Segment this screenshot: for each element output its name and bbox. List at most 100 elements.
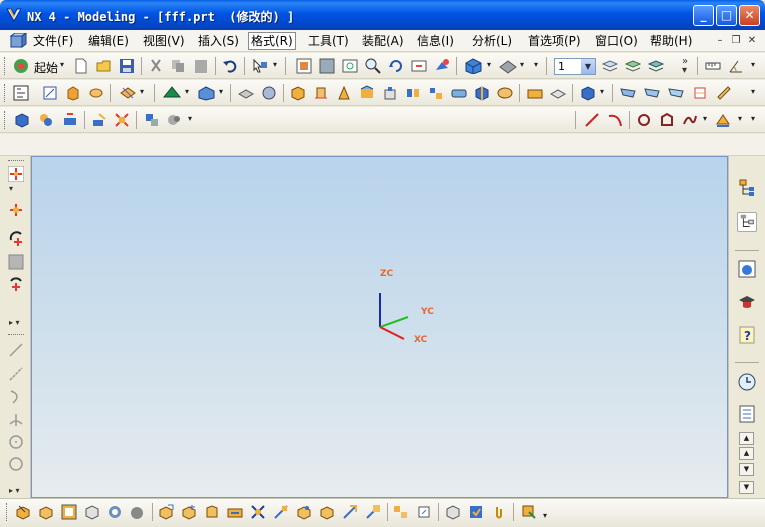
- scroll-bottom-button[interactable]: ▼: [739, 481, 754, 494]
- sketch-circle-icon[interactable]: [8, 434, 24, 450]
- help-icon[interactable]: ?: [737, 325, 757, 345]
- unsuppress-feature-icon[interactable]: [181, 504, 197, 520]
- view-orient-icon[interactable]: [434, 58, 450, 74]
- hole-icon[interactable]: [359, 85, 375, 101]
- end-point-icon[interactable]: [8, 202, 24, 218]
- revolve-icon[interactable]: [88, 85, 104, 101]
- patch-icon[interactable]: [692, 85, 708, 101]
- shell-dropdown-icon[interactable]: ▾: [600, 88, 607, 96]
- sketch-line-icon[interactable]: [8, 342, 24, 358]
- edit-surface-icon[interactable]: [319, 504, 335, 520]
- orient-dropdown-icon[interactable]: ▾: [520, 61, 527, 69]
- menu-information[interactable]: 信息(I): [415, 33, 456, 49]
- form-feature-dropdown-icon[interactable]: ▾: [185, 88, 192, 96]
- mdi-minimize-button[interactable]: –: [714, 35, 726, 47]
- render-style-icon[interactable]: [464, 58, 484, 74]
- scroll-down-button[interactable]: ▼: [739, 463, 754, 476]
- title-bar[interactable]: NX 4 - Modeling - [fff.prt (修改的) ] _ □ ✕: [0, 0, 765, 30]
- form-feature-icon[interactable]: [162, 85, 182, 101]
- arc-icon[interactable]: [607, 112, 623, 128]
- layer-settings-icon[interactable]: [602, 58, 618, 74]
- orient-view-icon[interactable]: [498, 58, 518, 74]
- zoom-in-out-icon[interactable]: [365, 58, 381, 74]
- cone-icon[interactable]: [336, 85, 352, 101]
- menu-window[interactable]: 窗口(O): [593, 33, 640, 49]
- chevron-double-down-icon[interactable]: ▸ ▾: [9, 487, 20, 495]
- scale-body-icon[interactable]: [365, 504, 381, 520]
- boolean-icon[interactable]: [238, 85, 254, 101]
- open-folder-icon[interactable]: [96, 58, 112, 74]
- sphere-icon[interactable]: [261, 85, 277, 101]
- simplify-icon[interactable]: [416, 504, 432, 520]
- midpoint-icon[interactable]: [8, 277, 24, 293]
- menu-preferences[interactable]: 首选项(P): [526, 33, 583, 49]
- menu-insert[interactable]: 插入(S): [196, 33, 241, 49]
- close-button[interactable]: ✕: [739, 5, 760, 26]
- wrap-geometry-icon[interactable]: [393, 504, 409, 520]
- line-icon[interactable]: [584, 112, 600, 128]
- maximize-button[interactable]: □: [716, 5, 737, 26]
- arc-center-icon[interactable]: [8, 230, 24, 246]
- zoom-icon[interactable]: [342, 58, 358, 74]
- point-icon[interactable]: [636, 112, 652, 128]
- fit-view-icon[interactable]: [296, 58, 312, 74]
- chamfer-icon[interactable]: [550, 85, 566, 101]
- work-layer-select[interactable]: 1 ▼: [554, 58, 596, 75]
- feature-toolbar-dropdown-icon[interactable]: ▾: [751, 88, 758, 96]
- edit-feature-icon[interactable]: [15, 504, 31, 520]
- thread-icon[interactable]: [497, 85, 513, 101]
- minimize-button[interactable]: _: [693, 5, 714, 26]
- system-materials-icon[interactable]: [737, 404, 757, 424]
- move-feature-icon[interactable]: [84, 504, 100, 520]
- mdi-restore-button[interactable]: ❐: [730, 35, 742, 47]
- toolbar-grip[interactable]: [4, 111, 7, 129]
- sew-icon[interactable]: [716, 85, 732, 101]
- extrude-icon[interactable]: [65, 85, 81, 101]
- sketch-profile-icon[interactable]: [8, 366, 24, 382]
- cut-icon[interactable]: [148, 58, 164, 74]
- menu-format[interactable]: 格式(R): [248, 32, 296, 50]
- snap-point-icon[interactable]: [8, 166, 24, 182]
- bottom-toolbar-dropdown-icon[interactable]: ▾: [543, 512, 550, 520]
- clearance-icon[interactable]: [114, 112, 130, 128]
- suppress-feature-icon[interactable]: [158, 504, 174, 520]
- menu-file[interactable]: 文件(F): [31, 33, 75, 49]
- edit-positioning-icon[interactable]: [61, 504, 77, 520]
- more-tools-icon[interactable]: » ▾: [682, 57, 688, 76]
- cylinder-icon[interactable]: [313, 85, 329, 101]
- boss-icon[interactable]: [382, 85, 398, 101]
- reorder-feature-icon[interactable]: [107, 504, 123, 520]
- split-body-icon[interactable]: [644, 85, 660, 101]
- toolbar-grip[interactable]: [4, 84, 7, 102]
- menu-tools[interactable]: 工具(T): [306, 33, 351, 49]
- trim-body-icon[interactable]: [620, 85, 636, 101]
- web-browser-icon[interactable]: [737, 259, 757, 279]
- polygon-icon[interactable]: [659, 112, 675, 128]
- chevron-down-icon[interactable]: ▼: [581, 59, 595, 74]
- feature-playback-icon[interactable]: [227, 504, 243, 520]
- update-icon[interactable]: [468, 504, 484, 520]
- toolbar-grip[interactable]: [4, 57, 7, 75]
- menu-view[interactable]: 视图(V): [141, 33, 187, 49]
- sketch-ellipse-icon[interactable]: [8, 456, 24, 472]
- pocket-icon[interactable]: [405, 85, 421, 101]
- assembly-navigator-icon[interactable]: [737, 178, 757, 198]
- scroll-up-button[interactable]: ▲: [739, 447, 754, 460]
- copy-icon[interactable]: [170, 58, 186, 74]
- shell-icon[interactable]: [580, 85, 596, 101]
- rotate-icon[interactable]: [388, 58, 404, 74]
- feature-op-dropdown-icon[interactable]: ▾: [140, 88, 147, 96]
- spline-icon[interactable]: [682, 112, 698, 128]
- add-component-icon[interactable]: [14, 112, 30, 128]
- pad-icon[interactable]: [428, 85, 444, 101]
- save-icon[interactable]: [119, 58, 135, 74]
- groove-icon[interactable]: [474, 85, 490, 101]
- offset-face-icon[interactable]: [668, 85, 684, 101]
- render-dropdown-icon[interactable]: ▾: [487, 61, 494, 69]
- scroll-top-button[interactable]: ▲: [739, 432, 754, 445]
- menu-analysis[interactable]: 分析(L): [470, 33, 514, 49]
- curve-edit-icon[interactable]: [715, 112, 731, 128]
- zoom-window-icon[interactable]: [319, 58, 335, 74]
- part-icon[interactable]: [9, 33, 27, 49]
- export-icon[interactable]: [521, 504, 537, 520]
